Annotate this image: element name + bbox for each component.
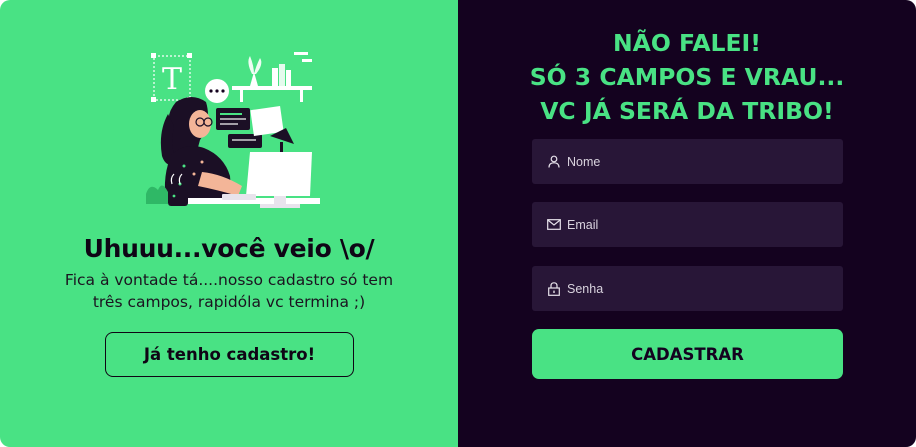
welcome-panel: T Uhuuu...você veio \o/ Fica à vontade t… [0, 0, 458, 447]
name-field [532, 139, 843, 184]
user-icon [547, 155, 561, 169]
signup-form-panel: NÃO FALEI! SÓ 3 CAMPOS E VRAU... VC JÁ S… [458, 0, 916, 447]
svg-text:T: T [162, 62, 182, 97]
password-input[interactable] [567, 281, 827, 296]
email-field [532, 202, 843, 247]
welcome-heading: Uhuuu...você veio \o/ [83, 234, 375, 263]
woman-at-computer-illustration: T [140, 44, 320, 214]
signup-submit-button[interactable]: CADASTRAR [532, 329, 843, 379]
welcome-subtext: Fica à vontade tá....nosso cadastro só t… [60, 269, 398, 313]
password-field [532, 266, 843, 311]
welcome-subtext-line1: Fica à vontade tá....nosso cadastro só t… [64, 271, 394, 289]
form-heading-line3: VC JÁ SERÁ DA TRIBO! [540, 97, 834, 125]
lock-icon [547, 281, 561, 296]
name-input[interactable] [567, 154, 827, 169]
already-registered-button[interactable]: Já tenho cadastro! [105, 332, 354, 377]
welcome-subtext-line2: três campos, rapidóla vc termina ;) [92, 293, 366, 311]
form-heading: NÃO FALEI! SÓ 3 CAMPOS E VRAU... VC JÁ S… [458, 26, 916, 128]
form-heading-line1: NÃO FALEI! [612, 29, 762, 57]
signup-card: T Uhuuu...você veio \o/ Fica à vontade t… [0, 0, 916, 447]
form-heading-line2: SÓ 3 CAMPOS E VRAU... [529, 63, 845, 91]
mail-icon [547, 218, 561, 232]
email-input[interactable] [567, 217, 827, 232]
